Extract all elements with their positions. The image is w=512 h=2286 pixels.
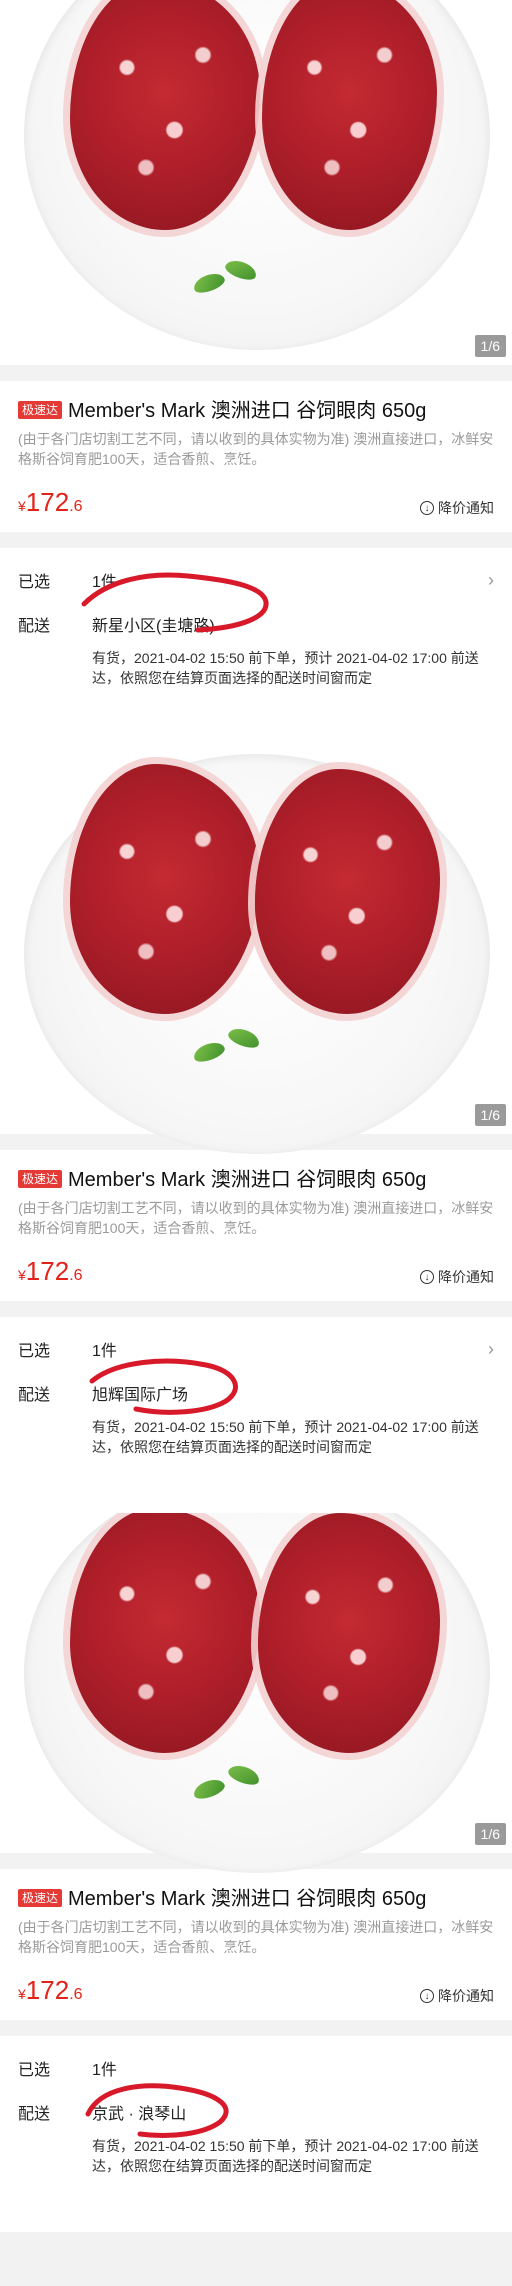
express-badge: 极速达 bbox=[18, 1170, 63, 1188]
notify-label: 降价通知 bbox=[438, 500, 494, 516]
product-image-carousel[interactable]: 1/6 bbox=[0, 754, 512, 1154]
price-integer: 172 bbox=[25, 1256, 70, 1286]
price-drop-notify-button[interactable]: ↓ 降价通知 bbox=[420, 1267, 494, 1287]
delivery-address: 旭辉国际广场 bbox=[92, 1387, 189, 1404]
price-integer: 172 bbox=[25, 1975, 70, 2005]
bell-icon: ↓ bbox=[420, 1270, 434, 1284]
product-title-row: 极速达 Member's Mark 澳洲进口 谷饲眼肉 650g bbox=[18, 1885, 494, 1913]
product-info: 极速达 Member's Mark 澳洲进口 谷饲眼肉 650g (由于各门店切割… bbox=[0, 381, 512, 532]
selected-label: 已选 bbox=[18, 574, 51, 591]
delivery-address: 新星小区(圭塘路) bbox=[92, 618, 215, 635]
product-info: 极速达 Member's Mark 澳洲进口 谷饲眼肉 650g (由于各门店切割… bbox=[0, 1869, 512, 2020]
price-decimal: .6 bbox=[69, 1986, 83, 2003]
product-description: (由于各门店切割工艺不同，请以收到的具体实物为准) 澳洲直接进口，冰鲜安格斯谷饲… bbox=[18, 431, 494, 467]
selected-label: 已选 bbox=[18, 2062, 51, 2079]
product-title: Member's Mark 澳洲进口 谷饲眼肉 650g bbox=[68, 1888, 427, 1910]
delivery-note: 有货，2021-04-02 15:50 前下单，预计 2021-04-02 17… bbox=[92, 2138, 479, 2174]
page-indicator: 1/6 bbox=[474, 1104, 506, 1126]
price-drop-notify-button[interactable]: ↓ 降价通知 bbox=[420, 1986, 494, 2006]
delivery-label: 配送 bbox=[18, 1387, 51, 1404]
product-image-carousel[interactable]: 1/6 bbox=[0, 0, 512, 365]
product-title: Member's Mark 澳洲进口 谷饲眼肉 650g bbox=[68, 1169, 427, 1191]
price: ¥172.6 bbox=[18, 487, 83, 518]
bell-icon: ↓ bbox=[420, 1989, 434, 2003]
price-row: ¥172.6 ↓ 降价通知 bbox=[18, 487, 494, 518]
price-integer: 172 bbox=[25, 487, 70, 517]
express-badge: 极速达 bbox=[18, 401, 63, 419]
delivery-label: 配送 bbox=[18, 2106, 51, 2123]
delivery-row[interactable]: 配送 旭辉国际广场 bbox=[18, 1381, 494, 1405]
delivery-label: 配送 bbox=[18, 618, 51, 635]
divider bbox=[0, 1301, 512, 1317]
product-title-row: 极速达 Member's Mark 澳洲进口 谷饲眼肉 650g bbox=[18, 1166, 494, 1194]
price-currency: ¥ bbox=[18, 498, 26, 514]
price: ¥172.6 bbox=[18, 1256, 83, 1287]
price-decimal: .6 bbox=[69, 498, 83, 515]
product-image-carousel[interactable]: 1/6 bbox=[0, 1513, 512, 1873]
divider bbox=[0, 532, 512, 548]
price-currency: ¥ bbox=[18, 1986, 26, 2002]
selection-section: 已选 1件 › 配送 新星小区(圭塘路) 有货，2021-04-02 15:50… bbox=[0, 548, 512, 754]
divider bbox=[0, 365, 512, 381]
delivery-row[interactable]: 配送 新星小区(圭塘路) bbox=[18, 612, 494, 636]
selection-section: 已选 1件 配送 京武 · 浪琴山 有货，2021-04-02 15:50 前下… bbox=[0, 2036, 512, 2232]
screen-1: 1/6 极速达 Member's Mark 澳洲进口 谷饲眼肉 650g (由于各… bbox=[0, 0, 512, 754]
express-badge: 极速达 bbox=[18, 1889, 63, 1907]
selected-value: 1件 bbox=[92, 2062, 117, 2079]
price-row: ¥172.6 ↓ 降价通知 bbox=[18, 1975, 494, 2006]
price-row: ¥172.6 ↓ 降价通知 bbox=[18, 1256, 494, 1287]
bell-icon: ↓ bbox=[420, 501, 434, 515]
product-title-row: 极速达 Member's Mark 澳洲进口 谷饲眼肉 650g bbox=[18, 397, 494, 425]
product-description: (由于各门店切割工艺不同，请以收到的具体实物为准) 澳洲直接进口，冰鲜安格斯谷饲… bbox=[18, 1200, 494, 1236]
page-indicator: 1/6 bbox=[474, 1823, 506, 1845]
selected-row[interactable]: 已选 1件 › bbox=[18, 562, 494, 598]
selection-section: 已选 1件 › 配送 旭辉国际广场 有货，2021-04-02 15:50 前下… bbox=[0, 1317, 512, 1513]
product-info: 极速达 Member's Mark 澳洲进口 谷饲眼肉 650g (由于各门店切割… bbox=[0, 1150, 512, 1301]
product-title: Member's Mark 澳洲进口 谷饲眼肉 650g bbox=[68, 400, 427, 422]
price-currency: ¥ bbox=[18, 1267, 26, 1283]
price-drop-notify-button[interactable]: ↓ 降价通知 bbox=[420, 498, 494, 518]
price-decimal: .6 bbox=[69, 1267, 83, 1284]
notify-label: 降价通知 bbox=[438, 1269, 494, 1285]
selected-row[interactable]: 已选 1件 bbox=[18, 2050, 494, 2086]
divider bbox=[0, 2020, 512, 2036]
delivery-note: 有货，2021-04-02 15:50 前下单，预计 2021-04-02 17… bbox=[92, 1419, 479, 1455]
notify-label: 降价通知 bbox=[438, 1988, 494, 2004]
chevron-right-icon: › bbox=[488, 569, 494, 590]
delivery-address: 京武 · 浪琴山 bbox=[92, 2106, 187, 2123]
delivery-note: 有货，2021-04-02 15:50 前下单，预计 2021-04-02 17… bbox=[92, 650, 479, 686]
page-indicator: 1/6 bbox=[474, 335, 506, 357]
product-description: (由于各门店切割工艺不同，请以收到的具体实物为准) 澳洲直接进口，冰鲜安格斯谷饲… bbox=[18, 1919, 494, 1955]
delivery-row[interactable]: 配送 京武 · 浪琴山 bbox=[18, 2100, 494, 2124]
chevron-right-icon: › bbox=[488, 1338, 494, 1359]
price: ¥172.6 bbox=[18, 1975, 83, 2006]
selected-label: 已选 bbox=[18, 1343, 51, 1360]
selected-value: 1件 bbox=[92, 574, 117, 591]
selected-value: 1件 bbox=[92, 1343, 117, 1360]
screen-3: 1/6 极速达 Member's Mark 澳洲进口 谷饲眼肉 650g (由于各… bbox=[0, 1513, 512, 2232]
screen-2: 1/6 极速达 Member's Mark 澳洲进口 谷饲眼肉 650g (由于各… bbox=[0, 754, 512, 1513]
selected-row[interactable]: 已选 1件 › bbox=[18, 1331, 494, 1367]
